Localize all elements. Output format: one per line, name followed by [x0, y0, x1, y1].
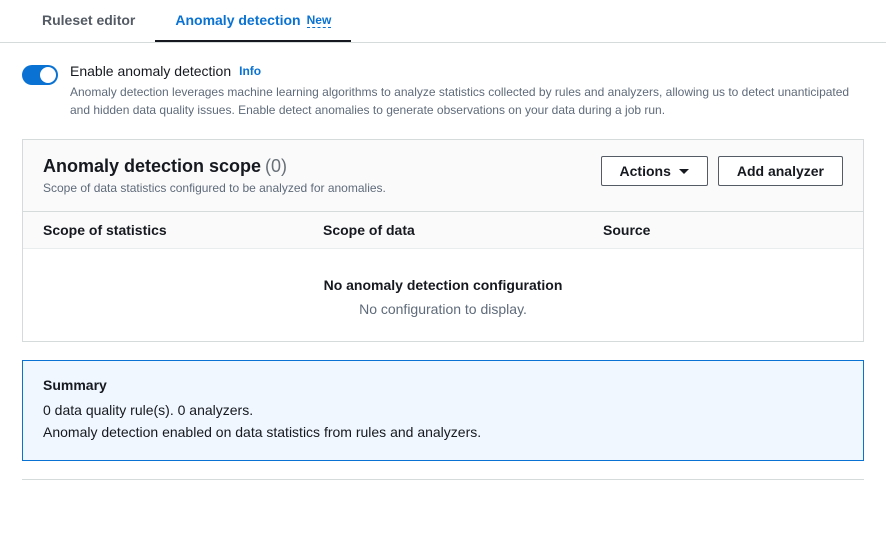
summary-line-2: Anomaly detection enabled on data statis…	[43, 421, 843, 443]
add-analyzer-button[interactable]: Add analyzer	[718, 156, 843, 186]
empty-state-title: No anomaly detection configuration	[43, 277, 843, 293]
panel-title: Anomaly detection scope	[43, 156, 261, 176]
tab-ruleset-editor[interactable]: Ruleset editor	[22, 0, 155, 42]
tab-anomaly-detection[interactable]: Anomaly detection New	[155, 0, 351, 42]
col-scope-statistics: Scope of statistics	[43, 222, 323, 238]
toggle-description: Anomaly detection leverages machine lear…	[70, 83, 864, 119]
panel-actions: Actions Add analyzer	[601, 156, 843, 186]
content-area: Enable anomaly detection Info Anomaly de…	[0, 43, 886, 500]
panel-subtitle: Scope of data statistics configured to b…	[43, 181, 601, 195]
tab-label: Ruleset editor	[42, 12, 135, 28]
empty-state-subtitle: No configuration to display.	[43, 301, 843, 317]
table-header-row: Scope of statistics Scope of data Source	[23, 211, 863, 248]
empty-state: No anomaly detection configuration No co…	[23, 248, 863, 341]
chevron-down-icon	[679, 169, 689, 174]
summary-line-1: 0 data quality rule(s). 0 analyzers.	[43, 399, 843, 421]
toggle-text-block: Enable anomaly detection Info Anomaly de…	[70, 63, 864, 119]
actions-button[interactable]: Actions	[601, 156, 708, 186]
scope-panel-header: Anomaly detection scope (0) Scope of dat…	[23, 140, 863, 211]
panel-count: (0)	[265, 156, 287, 176]
col-source: Source	[603, 222, 843, 238]
tabs-bar: Ruleset editor Anomaly detection New	[0, 0, 886, 43]
info-link[interactable]: Info	[239, 64, 261, 78]
divider	[22, 479, 864, 480]
new-badge: New	[307, 13, 332, 28]
actions-button-label: Actions	[620, 163, 671, 179]
summary-box: Summary 0 data quality rule(s). 0 analyz…	[22, 360, 864, 461]
enable-toggle-section: Enable anomaly detection Info Anomaly de…	[22, 63, 864, 119]
tab-label: Anomaly detection	[175, 12, 300, 28]
summary-title: Summary	[43, 377, 843, 393]
scope-panel: Anomaly detection scope (0) Scope of dat…	[22, 139, 864, 342]
toggle-label: Enable anomaly detection	[70, 63, 231, 79]
col-scope-data: Scope of data	[323, 222, 603, 238]
panel-title-group: Anomaly detection scope (0) Scope of dat…	[43, 156, 601, 195]
add-analyzer-label: Add analyzer	[737, 163, 824, 179]
enable-anomaly-toggle[interactable]	[22, 65, 58, 85]
